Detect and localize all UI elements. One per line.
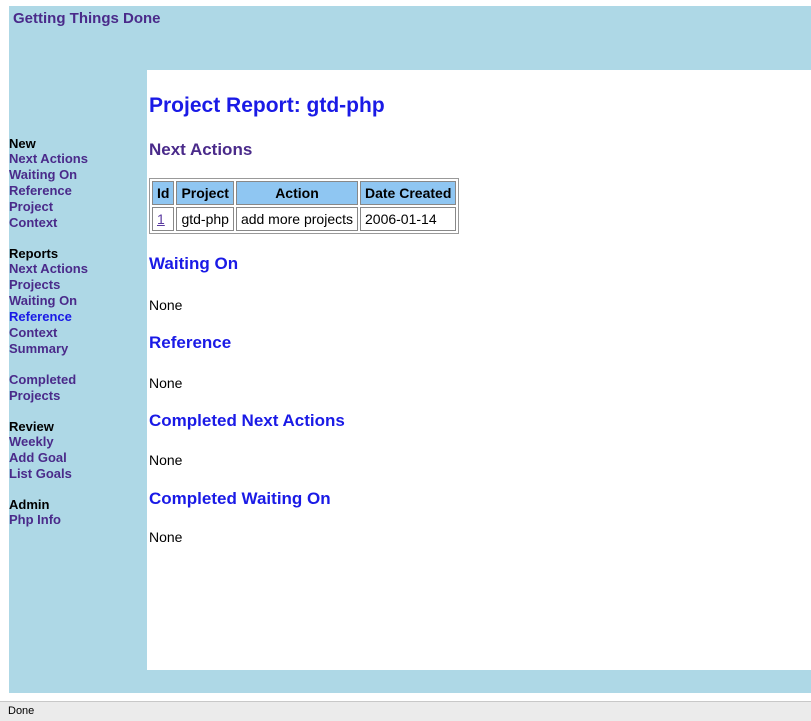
- cell-action: add more projects: [235, 207, 358, 231]
- sidebar-group-review: Review Weekly Add Goal List Goals: [9, 419, 139, 482]
- sidebar-item-review-add-goal[interactable]: Add Goal: [9, 450, 139, 466]
- sidebar-group-title: Admin: [9, 497, 50, 512]
- waiting-on-text: None: [149, 297, 183, 313]
- column-header-date-created: Date Created: [360, 181, 457, 205]
- sidebar-item-new-waiting-on[interactable]: Waiting On: [9, 167, 139, 183]
- next-actions-table: Id Project Action Date Created 1 gtd-php…: [149, 178, 460, 234]
- sidebar-item-new-context[interactable]: Context: [9, 215, 139, 231]
- status-bar: Done: [0, 701, 811, 721]
- sidebar-item-reports-reference[interactable]: Reference: [9, 309, 139, 325]
- sidebar-group-completed: Completed Projects: [9, 372, 139, 404]
- status-text: Done: [8, 705, 35, 717]
- sidebar-group-admin: Admin Php Info: [9, 497, 139, 528]
- sidebar-item-reports-summary[interactable]: Summary: [9, 341, 139, 357]
- sidebar-group-reports: Reports Next Actions Projects Waiting On…: [9, 246, 139, 357]
- sidebar-item-review-list-goals[interactable]: List Goals: [9, 466, 139, 482]
- reference-heading: Reference: [149, 333, 232, 352]
- sidebar-group-new: New Next Actions Waiting On Reference Pr…: [9, 136, 139, 231]
- column-header-action: Action: [235, 181, 358, 205]
- sidebar-item-reports-context[interactable]: Context: [9, 325, 139, 341]
- sidebar-group-title: Review: [9, 419, 54, 434]
- page-frame: Getting Things Done New Next Actions Wai…: [9, 6, 811, 693]
- sidebar-item-admin-php-info[interactable]: Php Info: [9, 512, 139, 528]
- reference-text: None: [149, 375, 183, 391]
- completed-next-actions-heading: Completed Next Actions: [149, 411, 345, 430]
- site-title[interactable]: Getting Things Done: [13, 10, 161, 27]
- sidebar-group-title: Reports: [9, 246, 59, 261]
- sidebar: New Next Actions Waiting On Reference Pr…: [9, 136, 139, 543]
- table-row: 1 gtd-php add more projects 2006-01-14: [152, 207, 457, 231]
- column-header-id: Id: [152, 181, 175, 205]
- page-title: Project Report: gtd-php: [149, 94, 385, 117]
- completed-waiting-on-heading: Completed Waiting On: [149, 489, 331, 508]
- sidebar-item-review-weekly[interactable]: Weekly: [9, 434, 139, 450]
- waiting-on-heading: Waiting On: [149, 254, 239, 273]
- sidebar-item-completed[interactable]: Completed: [9, 372, 139, 388]
- cell-project: gtd-php: [176, 207, 234, 231]
- next-actions-heading: Next Actions: [149, 140, 253, 159]
- main-content: Project Report: gtd-php Next Actions Id …: [147, 70, 811, 670]
- column-header-project: Project: [176, 181, 234, 205]
- sidebar-group-title: New: [9, 136, 36, 151]
- action-id-link[interactable]: 1: [157, 211, 165, 227]
- cell-id: 1: [152, 207, 175, 231]
- completed-next-actions-text: None: [149, 452, 183, 468]
- sidebar-item-new-project[interactable]: Project: [9, 199, 139, 215]
- sidebar-item-reports-next-actions[interactable]: Next Actions: [9, 261, 139, 277]
- sidebar-item-reports-projects[interactable]: Projects: [9, 277, 139, 293]
- sidebar-item-reports-waiting-on[interactable]: Waiting On: [9, 293, 139, 309]
- sidebar-item-new-reference[interactable]: Reference: [9, 183, 139, 199]
- sidebar-item-completed-projects[interactable]: Projects: [9, 388, 139, 404]
- completed-waiting-on-text: None: [149, 529, 183, 545]
- cell-date-created: 2006-01-14: [360, 207, 457, 231]
- sidebar-item-new-next-actions[interactable]: Next Actions: [9, 151, 139, 167]
- table-header-row: Id Project Action Date Created: [152, 181, 457, 205]
